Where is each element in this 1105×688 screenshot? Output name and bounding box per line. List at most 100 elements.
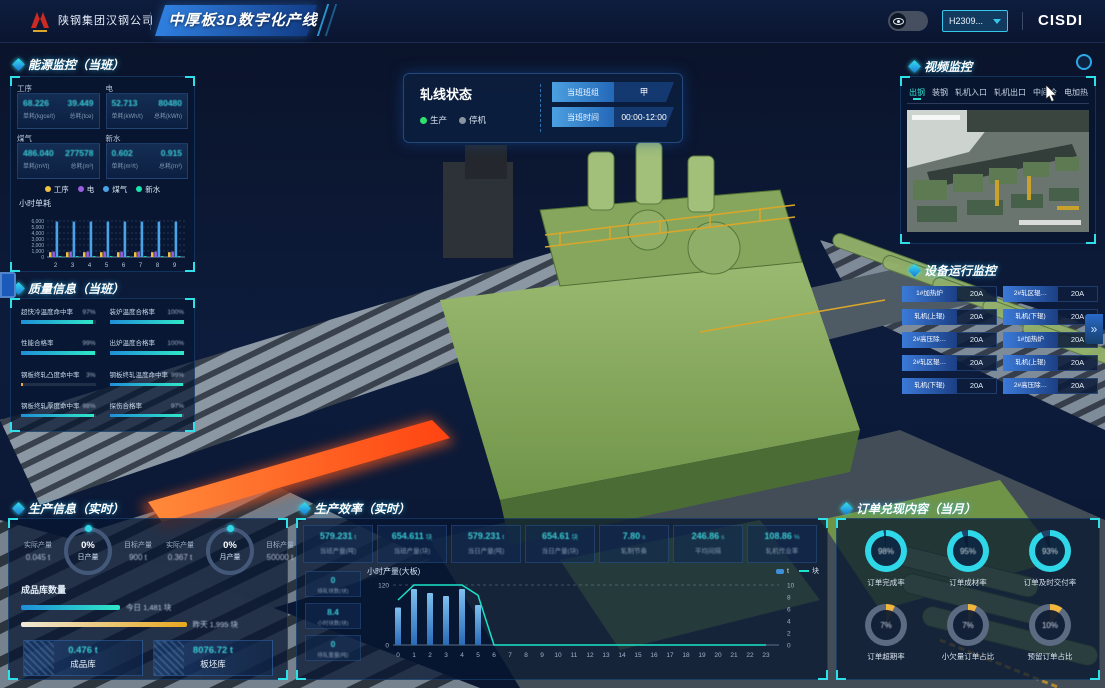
- quality-row: 探伤合格率97%: [110, 400, 185, 410]
- company-logo-icon: [28, 8, 52, 34]
- equipment-value: 20A: [957, 286, 997, 302]
- quality-bar-track: [110, 320, 185, 324]
- mouse-cursor: [1045, 85, 1059, 103]
- equipment-cell-8: 轧机(下辊)20A: [902, 378, 997, 394]
- video-tab-0[interactable]: 出钢: [909, 87, 925, 98]
- energy-value: 0.602: [112, 148, 133, 158]
- efficiency-card-4: 7.80s轧制节奏: [599, 525, 669, 563]
- energy-sublabel: 单耗(m³/t): [23, 161, 49, 170]
- diamond-icon: [12, 502, 25, 515]
- svg-text:120: 120: [378, 583, 389, 590]
- status-legend-1: 停机: [459, 114, 486, 126]
- svg-text:21: 21: [730, 652, 738, 659]
- energy-value: 0.915: [161, 148, 182, 158]
- quality-item-6: 钢板终轧厚度命中率98%: [21, 400, 96, 424]
- quality-bar-fill: [21, 383, 23, 387]
- energy-hourly-chart: 01,0002,0003,0004,0005,0006,00023456789: [17, 209, 188, 271]
- energy-category-label: 新水: [106, 133, 189, 143]
- gauge-actual-label: 实际产量: [159, 540, 201, 550]
- energy-sublabels: 单耗(kWh/t)总耗(kWh): [112, 108, 183, 120]
- status-row-label: 当班时间: [552, 107, 614, 127]
- video-tab-1[interactable]: 装钢: [932, 87, 948, 98]
- status-row-0: 当班班组甲: [552, 82, 674, 102]
- svg-text:8: 8: [156, 263, 160, 269]
- gauge-target-value: 900 t: [117, 553, 159, 562]
- legend-label: 煤气: [112, 184, 127, 195]
- video-tab-2[interactable]: 轧机入口: [955, 87, 987, 98]
- energy-sublabels: 单耗(kgce/t)总耗(tce): [23, 108, 94, 120]
- cisdi-logo: CISDI: [1038, 12, 1083, 29]
- energy-sublabel: 单耗(m³/t): [112, 161, 138, 170]
- quality-percent: 97%: [171, 403, 184, 410]
- quality-bar-track: [110, 383, 185, 387]
- efficiency-chart-legend: t块: [776, 566, 819, 576]
- quality-item-5: 钢板终轧温度命中率99%: [110, 369, 185, 393]
- panel-title-orders: 订单兑现内容（当月）: [842, 500, 976, 517]
- video-tab-3[interactable]: 轧机出口: [994, 87, 1026, 98]
- svg-text:9: 9: [540, 652, 544, 659]
- chevron-down-icon: [993, 19, 1001, 24]
- svg-text:0: 0: [787, 643, 791, 650]
- energy-sublabels: 单耗(m³/t) 总耗(m³): [112, 158, 183, 170]
- equipment-cell-1: 2#轧区辊…20A: [1003, 286, 1098, 302]
- quality-label: 性能合格率: [21, 337, 54, 347]
- svg-text:4,000: 4,000: [31, 231, 44, 237]
- expand-button[interactable]: »: [1085, 314, 1103, 344]
- video-feed-thumbnail[interactable]: [907, 110, 1089, 232]
- diamond-icon: [12, 58, 25, 71]
- svg-text:2: 2: [54, 263, 58, 269]
- corner-bracket: [836, 670, 846, 680]
- efficiency-card-label: 轧机作业率: [748, 545, 816, 555]
- corner-bracket: [296, 670, 306, 680]
- side-flag-tab[interactable]: [0, 272, 16, 298]
- order-donut-5: 10%预留订单占比: [1009, 599, 1091, 673]
- equipment-cell-3: 轧机(下辊)20A: [1003, 309, 1098, 325]
- corner-bracket: [185, 76, 195, 86]
- panel-title-text: 订单兑现内容（当月）: [856, 500, 976, 517]
- efficiency-card-label: 当日产量(吨): [452, 545, 520, 555]
- quality-bar-track: [21, 383, 96, 387]
- efficiency-card-unit: s: [721, 534, 724, 541]
- energy-metric-3: 新水 0.602 0.915 单耗(m³/t) 总耗(m³): [106, 133, 189, 179]
- store-label: 板坯库: [154, 658, 272, 670]
- equipment-label: 1#加热炉: [1003, 332, 1058, 348]
- efficiency-card-label: 当班产量(吨): [304, 545, 372, 555]
- collapse-icon[interactable]: [1076, 54, 1092, 70]
- efficiency-side-boxes: 0待轧块数(块)8.4小时块数(块)0待轧重量(吨): [305, 571, 361, 661]
- chart-legend-label: 块: [812, 566, 819, 576]
- equipment-cell-0: 1#加热炉20A: [902, 286, 997, 302]
- panel-title-text: 设备运行监控: [924, 262, 996, 279]
- corner-bracket: [900, 76, 910, 86]
- corner-bracket: [818, 670, 828, 680]
- energy-sublabel: 总耗(m³): [159, 161, 182, 170]
- visibility-toggle[interactable]: [888, 11, 928, 31]
- svg-text:3,000: 3,000: [31, 237, 44, 243]
- equipment-label: 轧机(下辊): [1003, 309, 1058, 325]
- quality-label: 装炉温度合格率: [110, 306, 156, 316]
- svg-text:2,000: 2,000: [31, 243, 44, 249]
- corner-bracket: [836, 518, 846, 528]
- svg-text:5: 5: [476, 652, 480, 659]
- legend-label: 工序: [54, 184, 69, 195]
- donut-ring: 7%: [947, 604, 989, 646]
- line-select-dropdown[interactable]: H2309...: [942, 10, 1008, 32]
- quality-bar-track: [21, 320, 96, 324]
- energy-stat-card: 52.71380480单耗(kWh/t)总耗(kWh): [106, 93, 189, 129]
- donut-value: 10%: [1029, 604, 1071, 646]
- efficiency-card-6: 108.86%轧机作业率: [747, 525, 817, 563]
- order-donut-3: 7%订单超期率: [845, 599, 927, 673]
- quality-bar-fill: [21, 414, 94, 418]
- inventory-title: 成品库数量: [21, 583, 279, 596]
- energy-sublabel: 单耗(kgce/t): [23, 111, 55, 120]
- gauge-target: 目标产量900 t: [117, 540, 159, 562]
- header-divider: [150, 12, 151, 30]
- video-tab-5[interactable]: 电加热: [1064, 87, 1088, 98]
- efficiency-card-label: 平均间隔: [674, 545, 742, 555]
- quality-label: 钢板终轧厚度命中率: [21, 400, 80, 410]
- panel-efficiency: 579.231t当班产量(吨)654.611块当班产量(块)579.231t当日…: [296, 518, 828, 680]
- svg-text:0: 0: [396, 652, 400, 659]
- donut-label: 订单及时交付率: [1009, 577, 1091, 588]
- quality-row: 出炉温度合格率100%: [110, 337, 185, 347]
- store-value: 0.476 t: [24, 645, 142, 656]
- equipment-cell-5: 1#加热炉20A: [1003, 332, 1098, 348]
